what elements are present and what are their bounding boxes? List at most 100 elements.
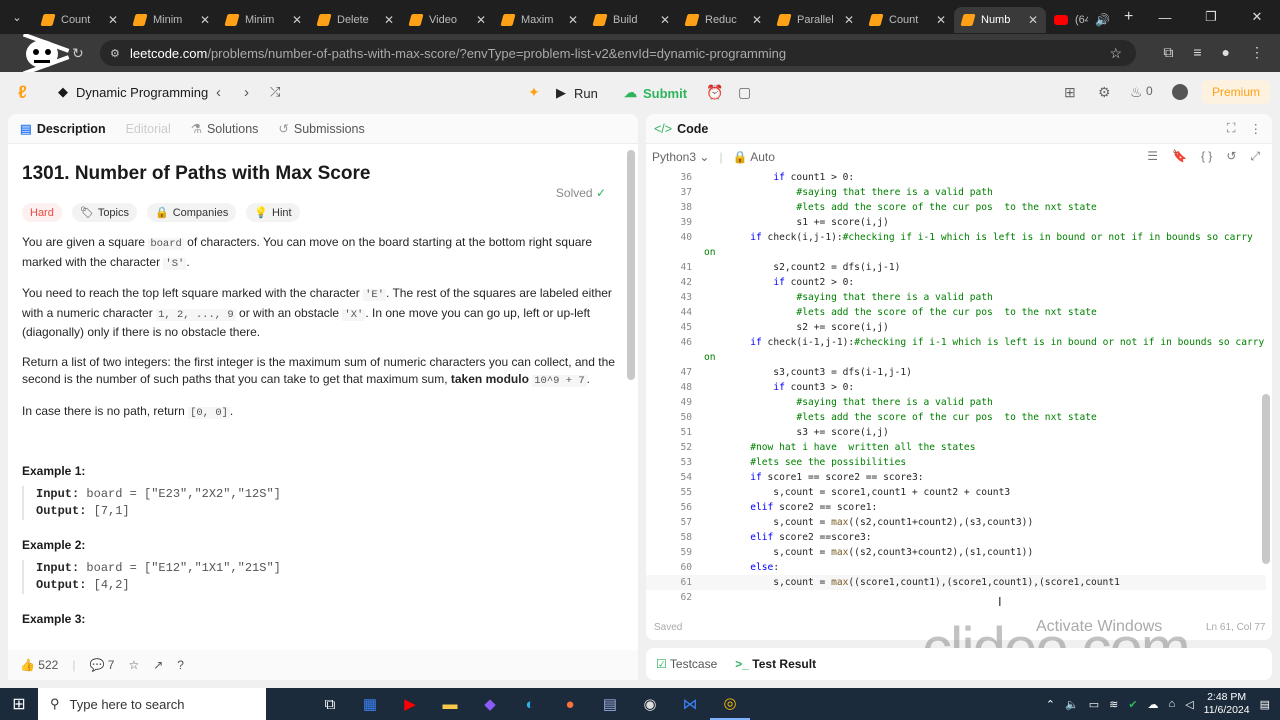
media-app-icon[interactable]: ◆ [470,688,510,720]
code-line[interactable]: 57 s,count = max((s2,count1+count2),(s3,… [646,515,1266,530]
submit-button[interactable]: ☁ Submit [624,82,687,104]
share-icon[interactable]: ↗ [153,658,163,672]
more-icon[interactable]: ⋮ [1250,121,1263,136]
extensions-icon[interactable]: ⧉ [1163,44,1173,61]
bookmark-icon[interactable]: 🔖 [1172,149,1187,164]
task-view-icon[interactable]: ⧉ [310,688,350,720]
prev-problem-icon[interactable]: ‹ [216,84,221,101]
code-editor[interactable]: 36 if count1 > 0: 37 #saying that there i… [646,170,1266,605]
close-tab-icon[interactable]: ✕ [936,13,946,27]
url-bar[interactable]: ⚙ leetcode.com/problems/number-of-paths-… [100,40,1136,66]
auto-complete-toggle[interactable]: 🔒 Auto [733,150,775,164]
star-icon[interactable]: ☆ [128,658,139,672]
tab-test-result[interactable]: >_ Test Result [735,657,816,671]
youtube-icon[interactable]: ▶ [390,688,430,720]
code-line[interactable]: 41 s2,count2 = dfs(i,j-1) [646,260,1266,275]
code-line[interactable]: 43 #saying that there is a valid path [646,290,1266,305]
code-line[interactable]: 53 #lets see the possibilities [646,455,1266,470]
leetcode-logo-icon[interactable]: ℓ [18,82,27,103]
tab-search-icon[interactable]: ⌄ [0,0,34,34]
browser-tab-active[interactable]: Numb ✕ [954,7,1046,33]
close-tab-icon[interactable]: ✕ [660,13,670,27]
code-line[interactable]: 45 s2 += score(i,j) [646,320,1266,335]
speaker-icon[interactable]: 🔈 [1065,698,1079,711]
obs-icon[interactable]: ◉ [630,688,670,720]
code-line[interactable]: 54 if score1 == score2 == score3: [646,470,1266,485]
code-line[interactable]: 58 elif score2 ==score3: [646,530,1266,545]
browser-tab[interactable]: (64 🔊 [1046,7,1118,33]
new-tab-icon[interactable]: + [1124,8,1133,26]
fullscreen-icon[interactable]: ⤢ [1250,149,1260,164]
braces-icon[interactable]: { } [1201,149,1212,164]
avatar[interactable] [1172,84,1188,100]
format-icon[interactable]: ☰ [1147,149,1158,164]
notes-icon[interactable]: ▢ [738,84,751,101]
code-line[interactable]: 42 if count2 > 0: [646,275,1266,290]
code-line[interactable]: 47 s3,count3 = dfs(i-1,j-1) [646,365,1266,380]
next-problem-icon[interactable]: › [244,84,249,101]
code-line[interactable]: 52 #now hat i have written all the state… [646,440,1266,455]
language-select[interactable]: Python3 ⌄ [652,150,709,164]
layout-icon[interactable]: ⊞ [1064,84,1076,101]
code-line[interactable]: 55 s,count = score1,count1 + count2 + co… [646,485,1266,500]
code-line[interactable]: 50 #lets add the score of the cur pos to… [646,410,1266,425]
taskbar-clock[interactable]: 2:48 PM 11/6/2024 [1204,691,1250,717]
security-icon[interactable]: ✔ [1128,698,1137,711]
bookmark-star-icon[interactable]: ☆ [1109,45,1122,62]
reset-icon[interactable]: ↺ [1226,149,1236,164]
vscode-icon[interactable]: ⋈ [670,688,710,720]
help-icon[interactable]: ? [177,658,184,672]
speaker-icon[interactable]: 🔊 [1095,13,1110,27]
notification-icon[interactable]: ▤ [1260,698,1270,711]
code-line[interactable]: 61 s,count = max((score1,count1),(score1… [646,575,1266,590]
scrollbar[interactable] [1262,394,1270,564]
companies-tag[interactable]: 🔒 Companies [147,203,237,222]
chevron-up-icon[interactable]: ⌃ [1046,698,1055,711]
reload-icon[interactable]: ↻ [72,45,84,62]
store-icon[interactable]: ▦ [350,688,390,720]
volume-icon[interactable]: ◁ [1185,698,1193,711]
run-button[interactable]: ▶ Run [556,82,598,104]
taskbar-search[interactable]: ⚲ Type here to search [38,688,266,720]
code-line[interactable]: 37 #saying that there is a valid path [646,185,1266,200]
code-line[interactable]: 51 s3 += score(i,j) [646,425,1266,440]
network-icon[interactable]: ⌂ [1169,698,1176,710]
tab-submissions[interactable]: ↺ Submissions [278,121,364,137]
scrollbar[interactable] [627,150,635,380]
code-line[interactable]: 62 [646,590,1266,605]
comments-button[interactable]: 💬 7 [89,658,114,672]
close-tab-icon[interactable]: ✕ [292,13,302,27]
battery-icon[interactable]: ▭ [1089,698,1099,711]
browser-tab[interactable]: Count ✕ [862,7,954,33]
maximize-icon[interactable]: ❐ [1188,9,1234,25]
code-line[interactable]: 59 s,count = max((s2,count3+count2),(s1,… [646,545,1266,560]
close-tab-icon[interactable]: ✕ [752,13,762,27]
tab-testcase[interactable]: ☑ Testcase [656,657,717,671]
browser-tab[interactable]: Count ✕ [34,7,126,33]
browser-tab[interactable]: Minim ✕ [218,7,310,33]
close-tab-icon[interactable]: ✕ [476,13,486,27]
code-line[interactable]: 48 if count3 > 0: [646,380,1266,395]
notepad-icon[interactable]: ▤ [590,688,630,720]
browser-tab[interactable]: Parallel ✕ [770,7,862,33]
edge-icon[interactable]: ◐ [510,688,550,720]
problem-title[interactable]: 1301. Number of Paths with Max Score [22,163,624,185]
tab-editorial[interactable]: Editorial [126,122,171,136]
code-line[interactable]: 46 if check(i-1,j-1):#checking if i-1 wh… [646,335,1266,365]
code-line[interactable]: 60 else: [646,560,1266,575]
firefox-icon[interactable]: ● [550,688,590,720]
cloud-icon[interactable]: ☁ [1148,698,1159,711]
problem-list-button[interactable]: ◆ Dynamic Programming [58,84,208,100]
code-line[interactable]: 39 s1 += score(i,j) [646,215,1266,230]
browser-tab[interactable]: Maxim ✕ [494,7,586,33]
close-tab-icon[interactable]: ✕ [844,13,854,27]
windows-start-icon[interactable]: ⊞ [0,694,38,714]
expand-icon[interactable]: ⛶ [1227,121,1236,136]
chrome-icon[interactable]: ◎ [710,688,750,720]
browser-tab[interactable]: Delete ✕ [310,7,402,33]
media-control-icon[interactable]: ≡ [1193,44,1201,61]
tab-description[interactable]: ▤ Description [20,121,106,137]
browser-tab[interactable]: Reduc ✕ [678,7,770,33]
wifi-icon[interactable]: ≋ [1109,698,1118,711]
browser-tab[interactable]: Video ✕ [402,7,494,33]
